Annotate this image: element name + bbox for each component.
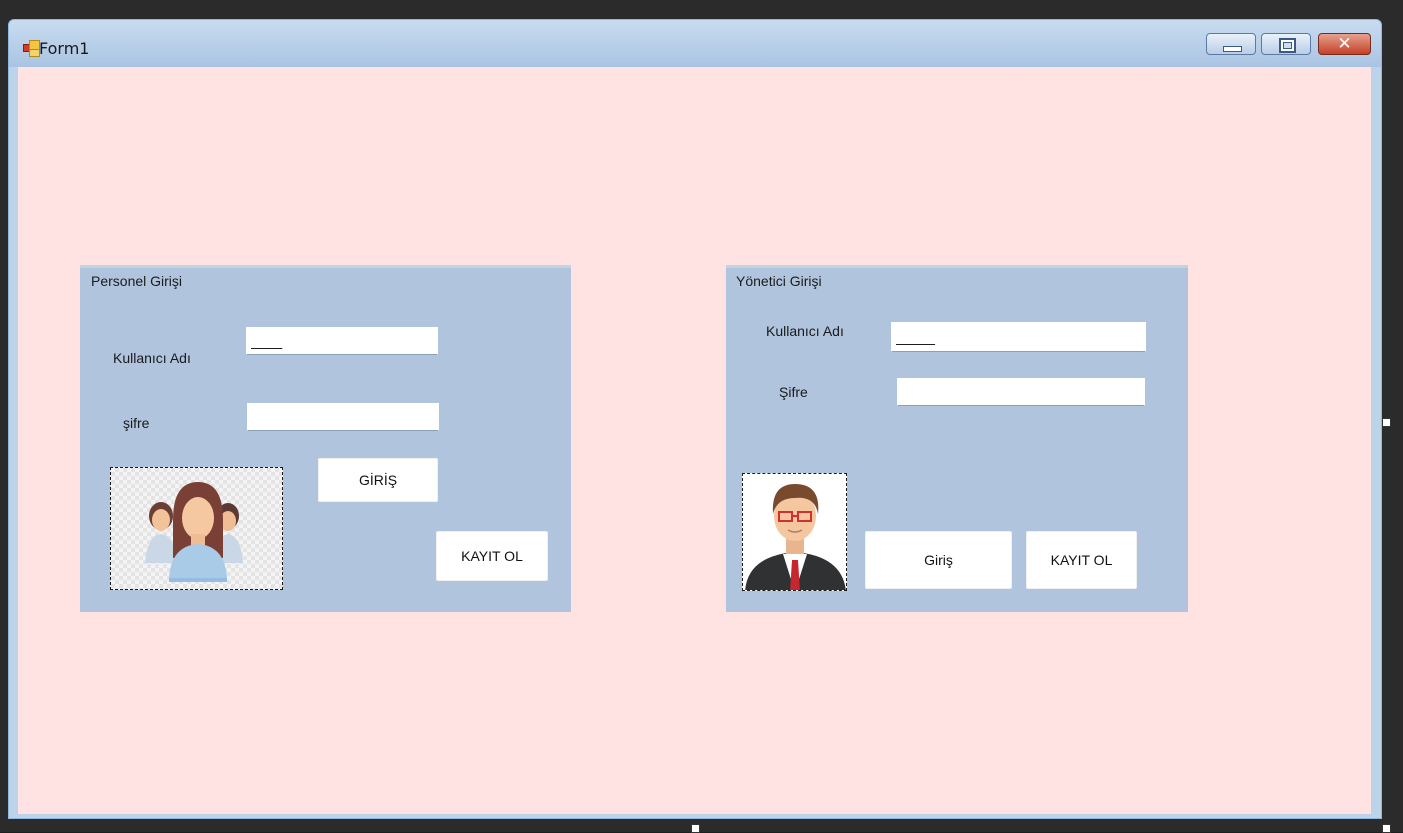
yonetici-groupbox-title: Yönetici Girişi <box>734 273 824 289</box>
minimize-button[interactable] <box>1206 33 1256 55</box>
minimize-icon <box>1223 46 1242 52</box>
yonetici-login-groupbox: Yönetici Girişi Kullanıcı Adı Şifre <box>726 265 1188 612</box>
yonetici-password-input[interactable] <box>897 378 1145 406</box>
close-button[interactable]: ✕ <box>1318 33 1371 55</box>
form-window[interactable]: Form1 ✕ Personel Girişi Kullanıcı Adı şi… <box>8 19 1382 819</box>
maximize-button[interactable] <box>1261 33 1311 55</box>
window-title: Form1 <box>39 39 90 58</box>
yonetici-password-label: Şifre <box>779 384 808 400</box>
yonetici-username-label: Kullanıcı Adı <box>766 323 844 339</box>
yonetici-register-button[interactable]: KAYIT OL <box>1026 531 1137 589</box>
title-bar[interactable]: Form1 ✕ <box>9 20 1381 67</box>
personel-password-label: şifre <box>123 415 150 431</box>
personel-password-input[interactable] <box>247 403 439 431</box>
personel-picture-box <box>110 467 283 590</box>
close-icon: ✕ <box>1337 34 1352 54</box>
yonetici-login-button[interactable]: Giriş <box>865 531 1012 589</box>
group-of-people-icon <box>145 482 243 582</box>
personel-groupbox-title: Personel Girişi <box>89 273 185 289</box>
maximize-icon <box>1279 38 1296 53</box>
personel-login-button[interactable]: GİRİŞ <box>318 458 438 502</box>
personel-register-button[interactable]: KAYIT OL <box>436 531 548 581</box>
yonetici-username-input[interactable] <box>891 322 1146 352</box>
personel-username-label: Kullanıcı Adı <box>113 350 191 366</box>
personel-username-input[interactable] <box>246 327 438 355</box>
yonetici-picture-box <box>742 473 847 591</box>
form-app-icon <box>23 40 40 57</box>
form-client-area: Personel Girişi Kullanıcı Adı şifre <box>18 67 1371 814</box>
resize-handle-right[interactable] <box>1382 418 1391 427</box>
businessman-avatar-icon <box>745 484 846 590</box>
personel-login-groupbox: Personel Girişi Kullanıcı Adı şifre <box>80 265 571 612</box>
